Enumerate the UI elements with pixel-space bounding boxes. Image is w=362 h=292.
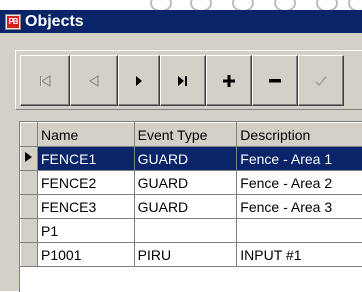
first-record-button[interactable] — [20, 55, 70, 106]
table-row[interactable]: P1 — [21, 219, 362, 243]
cell-description[interactable]: Fence - Area 2 — [237, 171, 362, 195]
check-icon — [315, 75, 327, 87]
grid-header-row: Name Event Type Description — [21, 123, 362, 147]
cell-description[interactable]: Fence - Area 1 — [237, 147, 362, 171]
header-indicator-cell — [21, 123, 38, 147]
current-row-arrow-icon — [21, 150, 37, 164]
next-record-icon — [134, 75, 144, 87]
window-title: Objects — [25, 10, 84, 33]
cell-description[interactable]: INPUT #1 — [237, 243, 362, 267]
table-row[interactable]: FENCE3 GUARD Fence - Area 3 — [21, 195, 362, 219]
cell-event-type[interactable]: PIRU — [134, 243, 237, 267]
delete-record-button[interactable] — [252, 55, 298, 106]
cell-name[interactable]: P1 — [38, 219, 135, 243]
table-row[interactable]: FENCE2 GUARD Fence - Area 2 — [21, 171, 362, 195]
column-header-description[interactable]: Description — [237, 123, 362, 147]
table-row[interactable]: P1001 PIRU INPUT #1 — [21, 243, 362, 267]
db-navigator — [15, 50, 362, 110]
row-indicator[interactable] — [21, 243, 38, 267]
app-icon[interactable]: PB — [5, 14, 21, 30]
cell-name[interactable]: FENCE3 — [38, 195, 135, 219]
cell-event-type[interactable]: GUARD — [134, 195, 237, 219]
prior-record-icon — [87, 74, 101, 88]
post-record-button[interactable] — [298, 55, 344, 106]
last-record-icon — [176, 75, 190, 87]
column-header-event-type[interactable]: Event Type — [134, 123, 237, 147]
cell-name[interactable]: P1001 — [38, 243, 135, 267]
minus-icon — [269, 79, 281, 83]
table-row[interactable]: FENCE1 GUARD Fence - Area 1 — [21, 147, 362, 171]
row-indicator[interactable] — [21, 171, 38, 195]
cell-description[interactable]: Fence - Area 3 — [237, 195, 362, 219]
insert-record-button[interactable] — [206, 55, 252, 106]
cell-event-type[interactable] — [134, 219, 237, 243]
client-area: Name Event Type Description FENCE1 GUARD… — [0, 33, 362, 291]
objects-grid[interactable]: Name Event Type Description FENCE1 GUARD… — [19, 121, 362, 292]
cell-event-type[interactable]: GUARD — [134, 147, 237, 171]
first-record-icon — [37, 74, 53, 88]
cell-event-type[interactable]: GUARD — [134, 171, 237, 195]
cell-name[interactable]: FENCE2 — [38, 171, 135, 195]
last-record-button[interactable] — [160, 55, 206, 106]
column-header-name[interactable]: Name — [38, 123, 135, 147]
next-record-button[interactable] — [118, 55, 160, 106]
cell-name[interactable]: FENCE1 — [38, 147, 135, 171]
row-indicator[interactable] — [21, 195, 38, 219]
row-indicator[interactable] — [21, 219, 38, 243]
prior-record-button[interactable] — [70, 55, 118, 106]
cell-description[interactable] — [237, 219, 362, 243]
background-window-strip — [0, 0, 362, 10]
row-indicator[interactable] — [21, 147, 38, 171]
title-bar[interactable]: PB Objects — [0, 10, 362, 33]
plus-icon — [223, 75, 235, 87]
